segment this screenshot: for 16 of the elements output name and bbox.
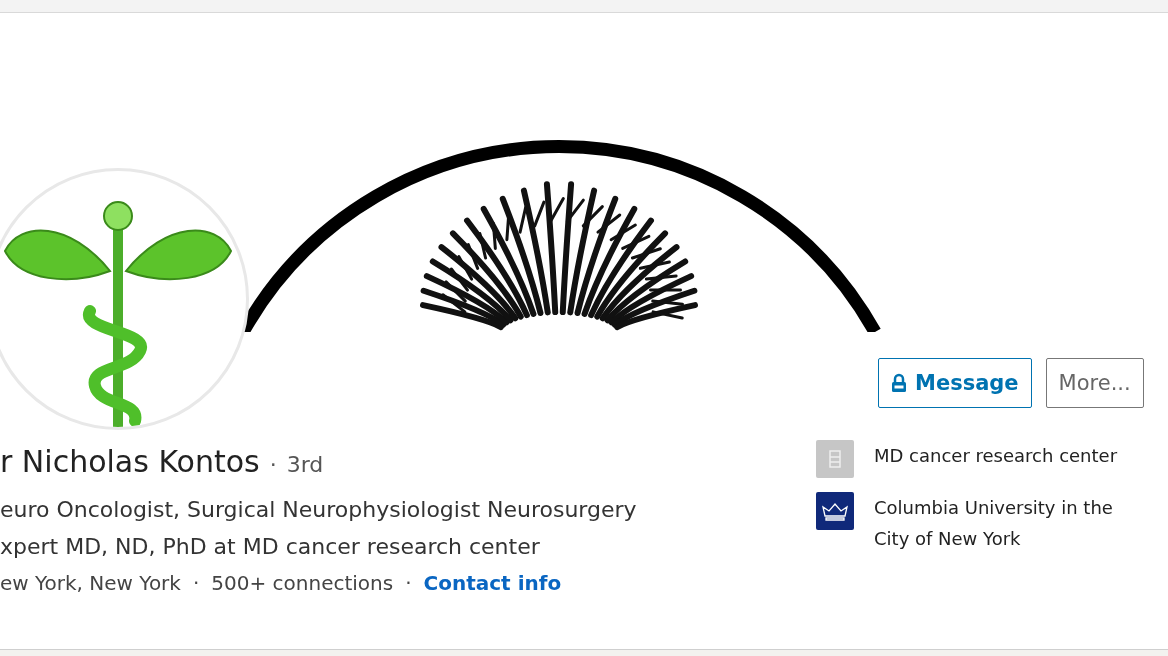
more-button[interactable]: More... — [1045, 358, 1144, 408]
connections-count: 500+ connections — [211, 571, 394, 595]
affiliation-name: MD cancer research center — [874, 444, 1119, 468]
profile-name: r Nicholas Kontos — [0, 444, 260, 479]
separator-dot: · — [192, 571, 200, 595]
separator-dot: · — [405, 571, 412, 595]
connection-degree: 3rd — [286, 452, 324, 477]
affiliation-name: Columbia University in the City of New York — [874, 496, 1114, 551]
profile-headline: euro Oncologist, Surgical Neurophysiologist Neurosurgery xpert MD, ND, PhD at MD cancer research center — [0, 496, 637, 561]
building-icon — [816, 440, 854, 478]
lock-icon — [891, 373, 907, 393]
location-text: ew York, New York — [0, 571, 181, 595]
separator-dot: · — [269, 452, 277, 477]
crown-icon — [816, 492, 854, 530]
message-button[interactable]: Message — [878, 358, 1032, 408]
contact-info-link[interactable]: Contact info — [423, 571, 562, 595]
